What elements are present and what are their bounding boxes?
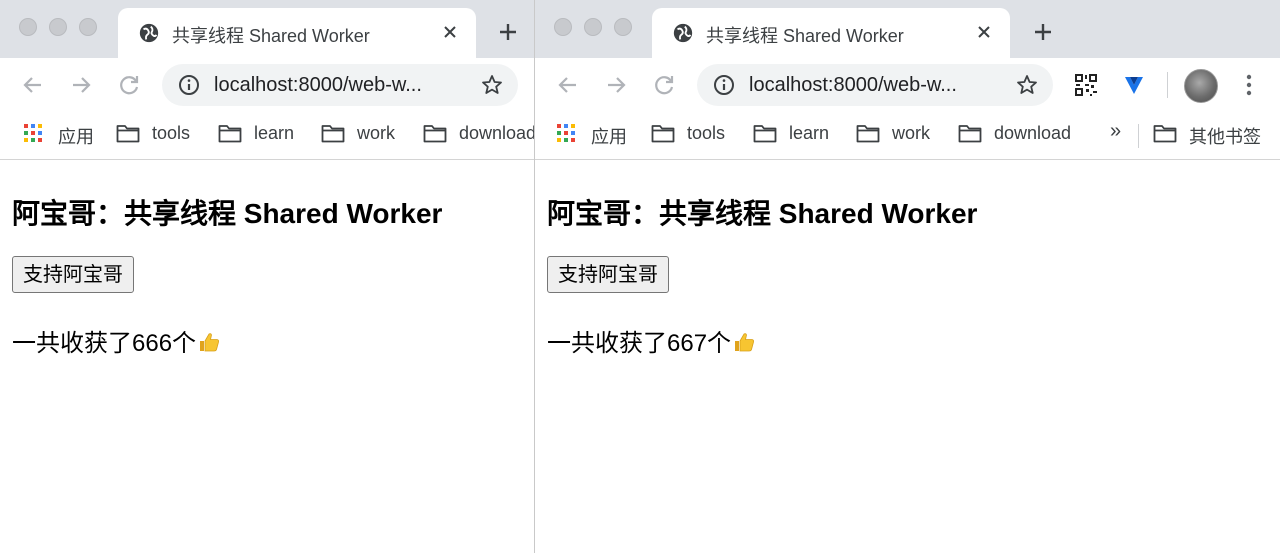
browser-window-left: 共享线程 Shared Worker localhost:8000/web-w.… <box>0 0 534 553</box>
like-count-line: 一共收获了666个 <box>12 323 221 358</box>
url-text: localhost:8000/web-w... <box>749 74 957 96</box>
qr-code-icon[interactable] <box>1073 72 1099 98</box>
address-bar[interactable]: localhost:8000/web-w... <box>697 64 1053 106</box>
avatar[interactable] <box>1184 69 1218 103</box>
thumbs-up-icon <box>735 333 755 352</box>
info-icon[interactable] <box>713 74 735 96</box>
back-arrow-icon[interactable] <box>20 72 46 98</box>
back-arrow-icon[interactable] <box>555 72 581 98</box>
tab-strip: 共享线程 Shared Worker <box>535 0 1280 58</box>
forward-arrow-icon[interactable] <box>68 72 94 98</box>
toolbar: localhost:8000/web-w... <box>535 58 1280 112</box>
toolbar: localhost:8000/web-w... <box>0 58 534 112</box>
apps-grid-icon <box>24 124 44 144</box>
window-close-dot[interactable] <box>19 18 37 36</box>
like-count-text: 一共收获了666个 <box>12 330 197 357</box>
window-minimize-dot[interactable] <box>584 18 602 36</box>
bookmark-label: work <box>892 123 931 143</box>
apps-grid-icon <box>557 124 577 144</box>
window-zoom-dot[interactable] <box>614 18 632 36</box>
tab-strip: 共享线程 Shared Worker <box>0 0 534 58</box>
like-count-line: 一共收获了667个 <box>547 323 756 358</box>
support-button[interactable]: 支持阿宝哥 <box>12 256 134 293</box>
tab-title: 共享线程 Shared Worker <box>706 26 904 46</box>
bookmarks-bar: 应用 tools learn work download » 其他书签 <box>535 112 1280 160</box>
url-text: localhost:8000/web-w... <box>214 74 422 96</box>
bookmark-label: 应用 <box>58 127 94 147</box>
page-heading: 阿宝哥：共享线程 Shared Worker <box>547 198 978 229</box>
bookmarks-bar: 应用 tools learn work download <box>0 112 534 160</box>
bookmark-label: work <box>357 123 396 143</box>
folder-icon <box>423 125 447 143</box>
globe-icon <box>673 23 693 43</box>
window-minimize-dot[interactable] <box>49 18 67 36</box>
bookmark-label: learn <box>789 123 830 143</box>
page-heading: 阿宝哥：共享线程 Shared Worker <box>12 198 443 229</box>
tab-title: 共享线程 Shared Worker <box>172 26 370 46</box>
bookmark-label: tools <box>687 123 726 143</box>
bookmark-label: tools <box>152 123 191 143</box>
folder-icon <box>116 125 140 143</box>
window-close-dot[interactable] <box>554 18 572 36</box>
folder-icon <box>1153 125 1177 143</box>
tab-shared-worker[interactable]: 共享线程 Shared Worker <box>118 8 476 58</box>
browser-window-right: 共享线程 Shared Worker localhost:8000/web-w.… <box>534 0 1280 553</box>
folder-icon <box>856 125 880 143</box>
bookmarks-divider <box>1138 124 1139 148</box>
thumbs-up-icon <box>200 333 220 352</box>
bookmark-label: download <box>994 123 1072 143</box>
close-icon[interactable] <box>974 22 994 42</box>
close-icon[interactable] <box>440 22 460 42</box>
toolbar-divider <box>1167 72 1168 98</box>
folder-icon <box>651 125 675 143</box>
page-content: 阿宝哥：共享线程 Shared Worker 支持阿宝哥 一共收获了667个 <box>535 161 1280 553</box>
info-icon[interactable] <box>178 74 200 96</box>
new-tab-icon[interactable] <box>1031 20 1055 44</box>
window-zoom-dot[interactable] <box>79 18 97 36</box>
page-content: 阿宝哥：共享线程 Shared Worker 支持阿宝哥 一共收获了666个 <box>0 161 534 553</box>
blue-extension-icon[interactable] <box>1121 72 1147 98</box>
like-count-text: 一共收获了667个 <box>547 330 732 357</box>
bookmark-star-icon[interactable] <box>1015 73 1039 97</box>
bookmark-label: learn <box>254 123 295 143</box>
support-button[interactable]: 支持阿宝哥 <box>547 256 669 293</box>
bookmark-label: download <box>459 123 534 143</box>
folder-icon <box>958 125 982 143</box>
bookmark-label: 其他书签 <box>1189 127 1261 147</box>
bookmarks-overflow-chevron[interactable]: » <box>1110 120 1121 143</box>
globe-icon <box>139 23 159 43</box>
address-bar[interactable]: localhost:8000/web-w... <box>162 64 518 106</box>
tab-shared-worker[interactable]: 共享线程 Shared Worker <box>652 8 1010 58</box>
folder-icon <box>753 125 777 143</box>
reload-icon[interactable] <box>651 72 677 98</box>
more-menu-icon[interactable] <box>1245 72 1253 98</box>
folder-icon <box>218 125 242 143</box>
reload-icon[interactable] <box>116 72 142 98</box>
new-tab-icon[interactable] <box>496 20 520 44</box>
bookmark-label: 应用 <box>591 127 627 147</box>
forward-arrow-icon[interactable] <box>603 72 629 98</box>
bookmark-star-icon[interactable] <box>480 73 504 97</box>
folder-icon <box>321 125 345 143</box>
